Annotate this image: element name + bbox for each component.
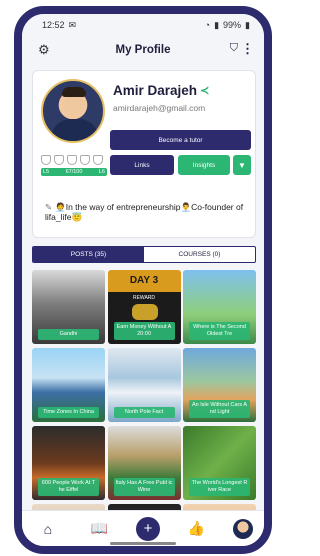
shield-icon[interactable]: ⛉ [230,42,238,55]
post-caption: 600 People Work At T he Eiffel [38,478,99,496]
content-tabs: POSTS (35) COURSES (0) [32,246,256,263]
links-button[interactable]: Links [110,155,174,175]
post-tile[interactable]: Italy Has A Free Publ ic Wine [107,426,181,500]
wifi-icon: ◔ [204,20,211,30]
badge-icon [80,155,90,165]
status-bar: 12:52 ✉ ◔ ▮ 99% ▮ [22,14,264,36]
post-tile[interactable]: An Isle Without Cars A nd Light [183,348,256,422]
notification-icon: ✉ [68,19,77,30]
bio-text: 🧑‍💼In the way of entrepreneurship👨‍💼Co-f… [45,202,244,222]
device-frame: 12:52 ✉ ◔ ▮ 99% ▮ ⚙ My Profile ⛉ ⋮ ✎ L5 … [0,0,277,556]
post-caption: An Isle Without Cars A nd Light [189,400,250,418]
edit-avatar-icon[interactable]: ✎ [93,135,103,141]
home-indicator [110,542,176,545]
add-post-button[interactable]: + [135,516,160,541]
insights-button[interactable]: Insights [178,155,230,175]
badge-icon [93,155,103,165]
profile-bio: ✎ 🧑‍💼In the way of entrepreneurship👨‍💼Co-… [45,202,249,222]
badge-icon [54,155,64,165]
post-caption: Where is The Second Oldest Tre [189,322,250,340]
coins-image [131,304,158,320]
post-tile[interactable]: North Pole Fact [107,348,181,422]
chevron-down-icon[interactable]: ▼ [233,155,251,175]
post-tile[interactable]: DAY 3 REWARD Earn Money Without A 20:00 [107,270,181,344]
post-tile[interactable]: Gandhi [32,270,105,344]
share-icon[interactable]: ≺ [200,84,209,97]
thumbs-up-icon[interactable]: 👍 [182,514,212,544]
profile-card: ✎ L5 67/100 L6 Amir Darajeh ≺ amirdaraje… [32,70,256,238]
avatar-hair [62,87,86,97]
profile-avatar-button[interactable] [233,518,254,539]
pencil-icon[interactable]: ✎ [45,202,52,212]
status-time: 12:52 [42,20,65,30]
badge-icon [41,155,51,165]
signal-icon: ▮ [214,19,220,30]
post-caption: Gandhi [38,329,99,340]
gear-icon[interactable]: ⚙ [38,42,50,58]
phone-bezel: 12:52 ✉ ◔ ▮ 99% ▮ ⚙ My Profile ⛉ ⋮ ✎ L5 … [14,6,272,554]
tab-posts[interactable]: POSTS (35) [33,247,144,262]
post-caption: North Pole Fact [113,407,175,418]
badge-row [41,155,103,165]
posts-grid: Gandhi DAY 3 REWARD Earn Money Without A… [32,270,256,546]
app-header: ⚙ My Profile ⛉ ⋮ [22,38,264,62]
battery-level: 99% [223,20,242,30]
post-reward-label: REWARD [132,295,156,301]
tab-courses[interactable]: COURSES (0) [144,247,255,262]
post-tile[interactable]: Where is The Second Oldest Tre [183,270,256,344]
post-day-label: DAY 3 [129,275,159,286]
profile-name-row: Amir Darajeh ≺ [113,83,209,98]
profile-name: Amir Darajeh [113,83,198,98]
level-current: L5 [43,169,50,175]
post-caption: The World's Longest R iver Race [189,478,250,496]
avatar-suit [51,119,99,141]
app-screen: 12:52 ✉ ◔ ▮ 99% ▮ ⚙ My Profile ⛉ ⋮ ✎ L5 … [22,14,264,546]
badge-icon [67,155,77,165]
page-title: My Profile [115,44,171,56]
post-caption: Italy Has A Free Publ ic Wine [113,478,175,496]
post-caption: Earn Money Without A 20:00 [113,322,175,340]
battery-icon: ▮ [245,19,250,30]
book-icon[interactable]: 📖 [84,514,114,544]
home-icon[interactable]: ⌂ [33,514,63,544]
post-tile[interactable]: Time Zones In China [32,348,105,422]
post-caption: Time Zones In China [38,407,99,418]
post-tile[interactable]: 600 People Work At T he Eiffel [32,426,105,500]
become-tutor-button[interactable]: Become a tutor [110,130,251,150]
profile-email: amirdarajeh@gmail.com [113,103,206,113]
bottom-nav: ⌂ 📖 + 👍 [22,510,264,546]
level-points: 67/100 [65,169,83,175]
avatar[interactable]: ✎ [41,79,105,143]
more-options-icon[interactable]: ⋮ [241,41,254,57]
post-tile[interactable]: The World's Longest R iver Race [183,426,256,500]
level-next: L6 [98,169,105,175]
level-progress-bar: L5 67/100 L6 [41,168,107,176]
